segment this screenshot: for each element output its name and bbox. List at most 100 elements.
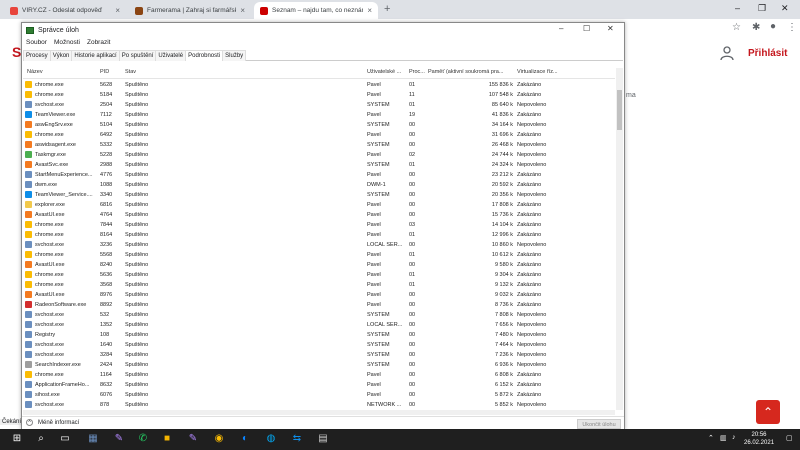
table-row[interactable]: Registry 108 Spuštěno SYSTEM 00 7 480 k Nepovo… [23, 330, 615, 340]
column-header-cpu[interactable]: Proc... [409, 69, 427, 75]
column-header-status[interactable]: Stav [125, 69, 175, 75]
table-row[interactable]: dwm.exe 1088 Spuštěno DWM-1 00 20 592 k Zakázá… [23, 180, 615, 190]
column-header-memory[interactable]: Paměť (aktivní soukromá pra... [428, 69, 513, 75]
browser-icon[interactable]: ◍ [264, 432, 278, 446]
table-row[interactable]: sihost.exe 6076 Spuštěno Pavel 00 5 872 k Zaká… [23, 390, 615, 400]
task-manager-taskbar-icon[interactable]: ▤ [316, 432, 330, 446]
table-cell: 00 [409, 342, 416, 348]
table-row[interactable]: chrome.exe 5628 Spuštěno Pavel 01 155 836 k Za… [23, 80, 615, 90]
table-row[interactable]: ApplicationFrameHo... 8632 Spuštěno Pavel 00… [23, 380, 615, 390]
browser-tab-farmerama[interactable]: Farmerama | Zahraj si farmářskou × [129, 2, 251, 19]
column-header-user[interactable]: Uživatelské ... [367, 69, 407, 75]
tab-historie[interactable]: Historie aplikací [71, 50, 120, 61]
search-icon[interactable]: ⌕ [34, 432, 48, 446]
menu-moznosti[interactable]: Možnosti [54, 39, 80, 46]
user-icon[interactable] [719, 45, 735, 61]
chrome-icon[interactable]: ◉ [212, 432, 226, 446]
close-icon[interactable]: × [115, 6, 120, 15]
table-row[interactable]: chrome.exe 6492 Spuštěno Pavel 00 31 696 k Zak… [23, 130, 615, 140]
window-title-bar[interactable]: Správce úloh [22, 23, 624, 37]
calculator-icon[interactable]: ▦ [86, 432, 100, 446]
feather-icon[interactable]: ✎ [112, 432, 126, 446]
close-icon[interactable]: × [240, 6, 245, 15]
end-task-button[interactable]: Ukončit úlohu [577, 419, 621, 429]
tab-procesy[interactable]: Procesy [23, 50, 51, 61]
close-icon[interactable]: × [367, 6, 372, 15]
table-row[interactable]: Taskmgr.exe 5228 Spuštěno Pavel 02 24 744 k Ne… [23, 150, 615, 160]
maximize-icon[interactable]: ☐ [583, 24, 590, 33]
network-icon[interactable]: ▥ [720, 434, 727, 442]
table-row[interactable]: AvastUI.exe 8240 Spuštěno Pavel 00 9 580 k Zak… [23, 260, 615, 270]
table-row[interactable]: AvastSvc.exe 2988 Spuštěno SYSTEM 01 24 324 k… [23, 160, 615, 170]
volume-icon[interactable]: ♪ [732, 434, 736, 441]
tab-uzivatele[interactable]: Uživatelé [155, 50, 187, 61]
table-row[interactable]: svchost.exe 532 Spuštěno SYSTEM 00 7 808 k Nep… [23, 310, 615, 320]
table-row[interactable]: svchost.exe 878 Spuštěno NETWORK ... 00 5 852… [23, 400, 615, 410]
table-row[interactable]: chrome.exe 5184 Spuštěno Pavel 11 107 548 k Za… [23, 90, 615, 100]
table-row[interactable]: RadeonSoftware.exe 8892 Spuštěno Pavel 00 8 7… [23, 300, 615, 310]
table-row[interactable]: aswidsagent.exe 5332 Spuštěno SYSTEM 00 26 46… [23, 140, 615, 150]
tab-po-spusteni[interactable]: Po spuštění [118, 50, 157, 61]
scrollbar-thumb[interactable] [617, 90, 622, 130]
windows-start-icon[interactable]: ⊞ [10, 432, 24, 446]
less-info-link[interactable]: Méně informací [38, 420, 79, 426]
table-cell: Spuštěno [125, 212, 149, 218]
sticky-icon[interactable]: ■ [160, 432, 174, 446]
pen-icon[interactable]: ✎ [186, 432, 200, 446]
star-icon[interactable]: ☆ [732, 22, 741, 33]
horizontal-scrollbar[interactable] [23, 410, 615, 415]
minimize-icon[interactable]: – [559, 24, 563, 33]
table-cell: Spuštěno [125, 362, 149, 368]
table-row[interactable]: chrome.exe 5636 Spuštěno Pavel 01 9 304 k Zaká… [23, 270, 615, 280]
table-row[interactable]: TeamViewer_Service.... 3340 Spuštěno SYSTEM… [23, 190, 615, 200]
table-row[interactable]: svchost.exe 3284 Spuštěno SYSTEM 00 7 236 k Ne… [23, 350, 615, 360]
task-view-icon[interactable]: ▭ [58, 432, 72, 446]
notifications-icon[interactable]: ▢ [786, 434, 793, 442]
tray-up-icon[interactable]: ⌃ [708, 434, 714, 442]
login-link[interactable]: Přihlásit [748, 48, 787, 59]
chevron-up-icon[interactable]: ^ [26, 419, 33, 426]
table-row[interactable]: explorer.exe 6816 Spuštěno Pavel 00 17 808 k Z… [23, 200, 615, 210]
browser-tab-seznam[interactable]: Seznam – najdu tam, co neznám × [254, 2, 378, 19]
table-row[interactable]: svchost.exe 2504 Spuštěno SYSTEM 01 85 640 k N… [23, 100, 615, 110]
table-row[interactable]: svchost.exe 1352 Spuštěno LOCAL SER... 00 7 6… [23, 320, 615, 330]
new-tab-button[interactable]: + [384, 3, 390, 15]
table-row[interactable]: AvastUI.exe 8976 Spuštěno Pavel 00 9 032 k Zak… [23, 290, 615, 300]
whatsapp-icon[interactable]: ✆ [136, 432, 150, 446]
column-header-name[interactable]: Název [27, 69, 97, 75]
profile-icon[interactable]: ● [770, 21, 776, 32]
column-header-pid[interactable]: PID [100, 69, 124, 75]
table-cell: 3236 [100, 242, 113, 248]
table-row[interactable]: chrome.exe 8164 Spuštěno Pavel 01 12 996 k Zak… [23, 230, 615, 240]
table-row[interactable]: chrome.exe 1164 Spuštěno Pavel 00 6 808 k Zaká… [23, 370, 615, 380]
menu-soubor[interactable]: Soubor [26, 39, 47, 46]
table-row[interactable]: svchost.exe 3236 Spuštěno LOCAL SER... 00 10 … [23, 240, 615, 250]
edge-icon[interactable]: ◐ [238, 432, 252, 446]
browser-tab-viry[interactable]: VIRY.CZ - Odeslat odpověď × [4, 2, 126, 19]
tab-podrobnosti[interactable]: Podrobnosti [185, 50, 224, 61]
scroll-top-button[interactable]: ⌃ [756, 400, 780, 424]
table-row[interactable]: chrome.exe 5568 Spuštěno Pavel 01 10 612 k Zak… [23, 250, 615, 260]
table-row[interactable]: chrome.exe 3568 Spuštěno Pavel 01 9 132 k Zaká… [23, 280, 615, 290]
tab-sluzby[interactable]: Služby [222, 50, 247, 61]
tab-vykon[interactable]: Výkon [49, 50, 73, 61]
extensions-icon[interactable]: ✱ [752, 22, 760, 33]
table-row[interactable]: svchost.exe 1640 Spuštěno SYSTEM 00 7 464 k Ne… [23, 340, 615, 350]
menu-icon[interactable]: ⋮ [787, 22, 797, 33]
teamviewer-icon[interactable]: ⇆ [290, 432, 304, 446]
menu-zobrazit[interactable]: Zobrazit [87, 39, 110, 46]
table-row[interactable]: SearchIndexer.exe 2424 Spuštěno SYSTEM 00 6 9… [23, 360, 615, 370]
column-header-virtualization[interactable]: Virtualizace říz... [517, 69, 565, 75]
clock[interactable]: 20:56 26.02.2021 [744, 431, 774, 447]
table-row[interactable]: aswEngSrv.exe 5104 Spuštěno SYSTEM 00 34 164 … [23, 120, 615, 130]
table-row[interactable]: AvastUI.exe 4764 Spuštěno Pavel 00 15 736 k Za… [23, 210, 615, 220]
maximize-icon[interactable]: ❐ [758, 3, 766, 14]
close-icon[interactable]: ✕ [607, 24, 614, 33]
minimize-icon[interactable]: – [735, 3, 740, 13]
table-row[interactable]: TeamViewer.exe 7112 Spuštěno Pavel 19 41 836 … [23, 110, 615, 120]
table-row[interactable]: chrome.exe 7844 Spuštěno Pavel 03 14 104 k Zak… [23, 220, 615, 230]
table-cell: Zakázáno [517, 302, 542, 308]
table-row[interactable]: StartMenuExperience... 4776 Spuštěno Pavel 0… [23, 170, 615, 180]
close-window-icon[interactable]: ✕ [781, 3, 789, 14]
vertical-scrollbar[interactable] [616, 68, 623, 410]
